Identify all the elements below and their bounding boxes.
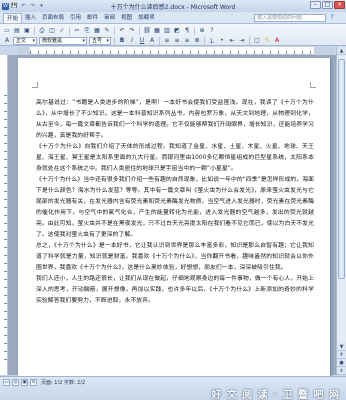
quick-access-toolbar: W 💾 ↶ ↷ ▾ bbox=[0, 2, 45, 10]
scroll-down-icon[interactable]: ▼ bbox=[337, 343, 346, 351]
open-icon[interactable]: ▤ bbox=[13, 27, 21, 35]
char-border-icon[interactable]: A bbox=[148, 37, 156, 45]
highlight-icon[interactable]: ✎ bbox=[263, 37, 271, 45]
vertical-ruler[interactable] bbox=[0, 55, 8, 375]
tab-page-layout[interactable]: 页面布局 bbox=[39, 13, 67, 23]
tab-review[interactable]: 审阅 bbox=[101, 13, 118, 23]
vertical-scrollbar[interactable]: ▲ ▼ ⇞ ● ⇟ bbox=[336, 47, 346, 375]
status-bar: ▭ ◎ ▣ ≡ 页面: 1/2 字数: 2/2 好 文 阅 读 · 卫 暨 吧 … bbox=[0, 376, 346, 400]
status-info: 页面: 1/2 字数: 2/2 bbox=[41, 380, 86, 386]
align-center-icon[interactable]: ≡ bbox=[173, 37, 181, 45]
align-left-icon[interactable]: ≡ bbox=[163, 37, 171, 45]
save-toolbar-icon[interactable]: ▣ bbox=[23, 27, 31, 35]
tab-home[interactable]: 开始 bbox=[3, 12, 23, 23]
undo-toolbar-icon[interactable]: ↶ bbox=[118, 27, 126, 35]
web-view-icon[interactable]: ◎ bbox=[12, 379, 19, 386]
save-icon[interactable]: 💾 bbox=[11, 3, 18, 10]
columns-icon[interactable]: ▥ bbox=[163, 27, 171, 35]
underline-button[interactable]: U bbox=[138, 37, 146, 45]
document-body[interactable]: 高尔基说过：“书籍是人类进步的阶梯”，是啊！一本好书会使我们受益匪浅。现在，我读… bbox=[36, 98, 314, 307]
tab-references[interactable]: 引用 bbox=[67, 13, 84, 23]
maximize-button[interactable]: □ bbox=[322, 1, 333, 9]
close-button[interactable]: × bbox=[334, 1, 345, 9]
margin-mark-top-right bbox=[310, 82, 316, 88]
paragraph: 总之，《十万个为什么》是一本好书，它让我认识到世界是那么丰富多彩，知识是那么自智… bbox=[36, 243, 314, 271]
minimize-button[interactable]: – bbox=[310, 1, 321, 9]
font-color-icon[interactable]: A bbox=[273, 37, 281, 45]
styles-icon[interactable]: A bbox=[3, 37, 11, 45]
font-select[interactable]: 微软雅黑 bbox=[39, 36, 87, 45]
zoom-icon[interactable]: ⊕ bbox=[198, 27, 206, 35]
border-icon[interactable]: ▢ bbox=[253, 37, 261, 45]
window-controls: – □ × bbox=[310, 1, 345, 9]
style-select[interactable]: 正文 bbox=[13, 36, 37, 45]
print-preview-icon[interactable]: ◫ bbox=[48, 27, 56, 35]
justify-icon[interactable]: ≣ bbox=[193, 37, 201, 45]
prev-page-icon[interactable]: ⇞ bbox=[337, 351, 346, 359]
normal-view-icon[interactable]: ▭ bbox=[3, 379, 10, 386]
print-icon[interactable]: ⎙ bbox=[38, 27, 46, 35]
help-toolbar-icon[interactable]: ? bbox=[208, 27, 216, 35]
new-doc-icon[interactable]: ▭ bbox=[3, 27, 11, 35]
title-bar: W 💾 ↶ ↷ ▾ 十万个为什么读后感2.docx - Microsoft Wo… bbox=[0, 0, 346, 12]
next-page-icon[interactable]: ⇟ bbox=[337, 367, 346, 375]
ribbon-toolbar: ▭ ▤ ▣ ⎙ ◫ ✓ ✂ ⎘ ▦ ✎ ↶ ↷ ⛓ ▦ ▥ ◩ ¶ ⊕ ? A … bbox=[0, 24, 346, 46]
drawing-icon[interactable]: ◩ bbox=[173, 27, 181, 35]
document-page[interactable]: 高尔基说过：“书籍是人类进步的阶梯”，是啊！一本好书会使我们受益匪浅。现在，我读… bbox=[18, 58, 330, 376]
help-search-input[interactable]: 键入需要帮助的问题 bbox=[254, 14, 326, 22]
customize-qa-icon[interactable]: ▾ bbox=[38, 3, 45, 10]
paragraph: 《十万个为什么》向我们介绍了天体的形成过程。我知道了金星、水星、土星、木星、火星… bbox=[36, 144, 314, 172]
scroll-thumb[interactable] bbox=[338, 59, 345, 279]
horizontal-ruler[interactable] bbox=[18, 47, 334, 55]
watermark-text: 好 文 阅 读 · 卫 暨 吧 网 bbox=[211, 390, 340, 400]
browse-object-icon[interactable]: ● bbox=[337, 359, 346, 367]
paste-icon[interactable]: ▦ bbox=[93, 27, 101, 35]
show-hide-icon[interactable]: ¶ bbox=[183, 27, 191, 35]
tab-view[interactable]: 视图 bbox=[118, 13, 135, 23]
numbering-icon[interactable]: ⒈ bbox=[208, 37, 216, 45]
copy-icon[interactable]: ⎘ bbox=[83, 27, 91, 35]
margin-mark-top-left bbox=[32, 82, 38, 88]
undo-icon[interactable]: ↶ bbox=[20, 3, 27, 10]
increase-indent-icon[interactable]: ⇥ bbox=[238, 37, 246, 45]
scroll-up-icon[interactable]: ▲ bbox=[337, 47, 346, 55]
outline-view-icon[interactable]: ≡ bbox=[30, 379, 37, 386]
font-size-select[interactable]: 五号 bbox=[89, 36, 111, 45]
paragraph: 高尔基说过：“书籍是人类进步的阶梯”，是啊！一本好书会使我们受益匪浅。现在，我读… bbox=[36, 100, 314, 139]
ribbon-tabs: 开始 插入 页面布局 引用 邮件 审阅 视图 加载项 键入需要帮助的问题 ? bbox=[0, 12, 346, 24]
paragraph: 我们人还小，人生的路还很长，让我们从现在做起，仔细地观察身边的每一件事物，做一个… bbox=[36, 276, 314, 304]
paragraph: 《十万个为什么》当中还有很多我们介绍一些有趣的自然现象，比如说一年中的“四季”是… bbox=[36, 177, 314, 238]
tab-insert[interactable]: 插入 bbox=[22, 13, 39, 23]
align-right-icon[interactable]: ≡ bbox=[183, 37, 191, 45]
print-layout-icon[interactable]: ▣ bbox=[21, 379, 28, 386]
tab-mailings[interactable]: 邮件 bbox=[84, 13, 101, 23]
help-icon[interactable]: ? bbox=[328, 14, 336, 22]
bullets-icon[interactable]: • bbox=[218, 37, 226, 45]
italic-button[interactable]: I bbox=[128, 37, 136, 45]
window-title: 十万个为什么读后感2.docx - Microsoft Word bbox=[110, 4, 236, 11]
tab-addins[interactable]: 加载项 bbox=[135, 13, 158, 23]
redo-icon[interactable]: ↷ bbox=[29, 3, 36, 10]
table-icon[interactable]: ▦ bbox=[153, 27, 161, 35]
word-app-icon[interactable]: W bbox=[2, 2, 9, 10]
hyperlink-icon[interactable]: ⛓ bbox=[143, 27, 151, 35]
redo-toolbar-icon[interactable]: ↷ bbox=[128, 27, 136, 35]
spelling-icon[interactable]: ✓ bbox=[58, 27, 66, 35]
cut-icon[interactable]: ✂ bbox=[73, 27, 81, 35]
format-painter-icon[interactable]: ✎ bbox=[103, 27, 111, 35]
decrease-indent-icon[interactable]: ⇤ bbox=[228, 37, 236, 45]
bold-button[interactable]: B bbox=[118, 37, 126, 45]
